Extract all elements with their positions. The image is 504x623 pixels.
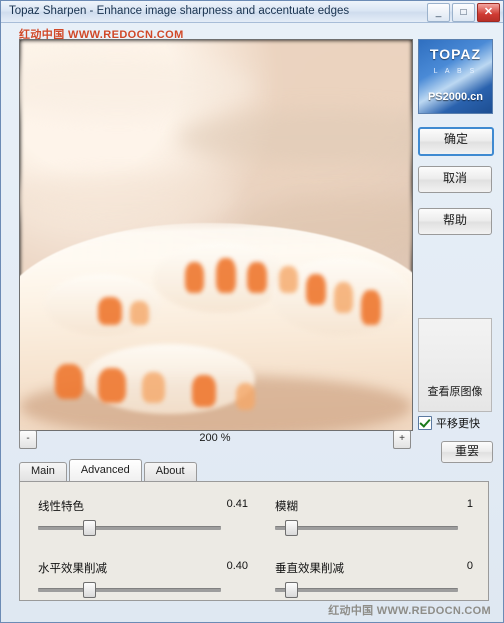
control-label: 水平效果削减 xyxy=(38,563,107,575)
slider-thumb[interactable] xyxy=(82,582,96,598)
control-value: 0.41 xyxy=(226,498,248,510)
slider-track xyxy=(38,588,221,592)
vertical-reduction-slider[interactable] xyxy=(275,582,458,598)
close-button[interactable]: ✕ xyxy=(477,3,500,22)
tab-strip: Main Advanced About xyxy=(19,459,199,481)
logo-brand: TOPAZ xyxy=(429,46,482,62)
help-button[interactable]: 帮助 xyxy=(418,208,492,235)
slider-track xyxy=(275,526,458,530)
topaz-sharpen-window: Topaz Sharpen - Enhance image sharpness … xyxy=(0,0,504,623)
preview-image xyxy=(20,40,412,430)
tab-about[interactable]: About xyxy=(143,462,197,481)
window-title: Topaz Sharpen - Enhance image sharpness … xyxy=(9,5,350,17)
reset-button[interactable]: 重罢 xyxy=(441,441,493,463)
fast-pan-label: 平移更快 xyxy=(436,418,480,430)
zoom-in-button[interactable]: + xyxy=(393,430,411,449)
minimize-button[interactable]: _ xyxy=(427,3,450,22)
linear-feature-slider[interactable] xyxy=(38,520,221,536)
view-original-button[interactable]: 查看原图像 xyxy=(418,318,492,412)
control-label: 线性特色 xyxy=(38,501,84,513)
cancel-button[interactable]: 取消 xyxy=(418,166,492,193)
watermark-bottom: 红动中国 WWW.REDOCN.COM xyxy=(328,605,491,617)
control-label: 模糊 xyxy=(275,501,298,513)
topaz-labs-logo: TOPAZ L A B S PS2000.cn xyxy=(418,39,493,114)
fast-pan-checkbox-row[interactable]: 平移更快 xyxy=(418,415,480,431)
horizontal-reduction-slider[interactable] xyxy=(38,582,221,598)
slider-thumb[interactable] xyxy=(285,582,299,598)
title-bar: Topaz Sharpen - Enhance image sharpness … xyxy=(1,1,503,23)
image-preview[interactable] xyxy=(19,39,413,431)
tab-advanced[interactable]: Advanced xyxy=(68,459,142,481)
slider-thumb[interactable] xyxy=(82,520,96,536)
control-label: 垂直效果削减 xyxy=(275,563,344,575)
logo-sub: L A B S xyxy=(433,68,478,75)
zoom-bar: - 200 % + xyxy=(19,430,411,449)
ok-button[interactable]: 确定 xyxy=(418,127,494,156)
zoom-level-label: 200 % xyxy=(199,432,231,444)
fast-pan-checkbox[interactable] xyxy=(418,416,432,430)
slider-track xyxy=(38,526,221,530)
control-value: 1 xyxy=(466,498,473,510)
tab-main[interactable]: Main xyxy=(19,462,67,481)
slider-track xyxy=(275,588,458,592)
blur-slider[interactable] xyxy=(275,520,458,536)
logo-overlay-text: PS2000.cn xyxy=(427,91,484,103)
control-value: 0.40 xyxy=(226,560,248,572)
maximize-button[interactable]: □ xyxy=(452,3,475,22)
slider-thumb[interactable] xyxy=(285,520,299,536)
control-value: 0 xyxy=(466,560,473,572)
window-controls: _ □ ✕ xyxy=(427,3,500,22)
advanced-panel: 线性特色 0.41 模糊 1 水平效果削减 0.40 垂直效果削减 0 xyxy=(19,481,489,601)
